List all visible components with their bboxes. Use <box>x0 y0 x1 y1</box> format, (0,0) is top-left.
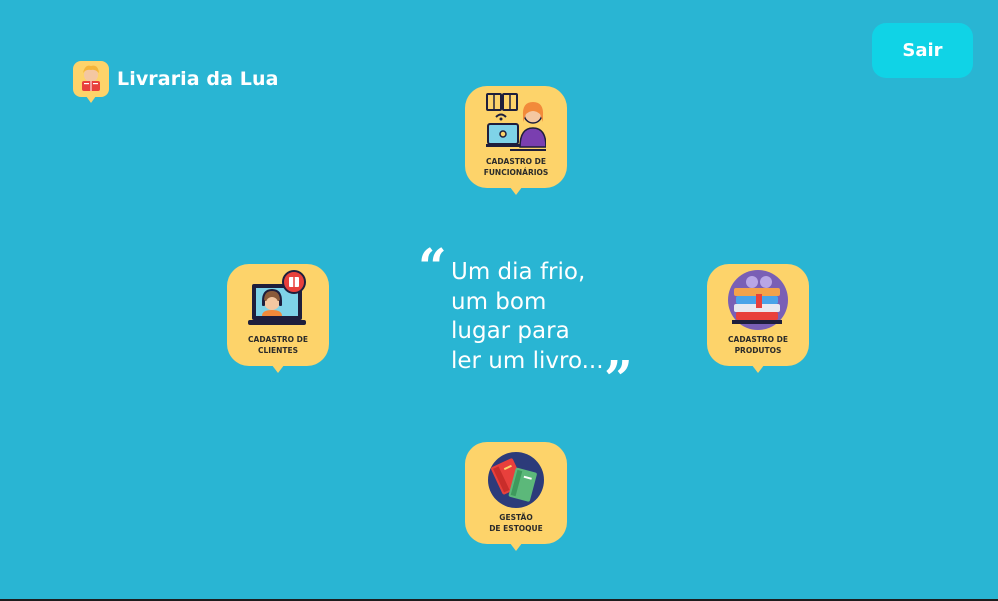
close-quote-mark: ” <box>604 349 633 408</box>
client-registration-card[interactable]: CADASTRO DE CLIENTES <box>227 264 329 382</box>
quote-text: Um dia frio, um bom lugar para ler um li… <box>451 258 621 376</box>
stock-management-card[interactable]: GESTÃO DE ESTOQUE <box>465 442 567 560</box>
brand: Livraria da Lua <box>73 61 279 103</box>
stacked-books-icon <box>728 270 788 330</box>
product-registration-card[interactable]: CADASTRO DE PRODUTOS <box>707 264 809 382</box>
stock-management-label: GESTÃO DE ESTOQUE <box>489 513 543 533</box>
books-inventory-icon <box>486 448 546 508</box>
quote-line: ler um livro... <box>451 347 604 374</box>
employee-laptop-icon <box>486 92 547 152</box>
customer-support-laptop-icon <box>248 270 308 330</box>
employee-registration-card[interactable]: CADASTRO DE FUNCIONÁRIOS <box>465 86 567 204</box>
quote-line: Um dia frio, <box>451 259 586 285</box>
quote-line: lugar para <box>451 318 570 344</box>
client-registration-label: CADASTRO DE CLIENTES <box>248 335 308 355</box>
exit-button[interactable]: Sair <box>872 23 973 78</box>
product-registration-label: CADASTRO DE PRODUTOS <box>728 335 788 355</box>
girl-reading-book-icon <box>73 61 109 103</box>
open-quote-mark: “ <box>418 237 447 296</box>
app-name: Livraria da Lua <box>117 68 279 90</box>
quote-line: um bom <box>451 288 547 315</box>
employee-registration-label: CADASTRO DE FUNCIONÁRIOS <box>483 157 549 177</box>
